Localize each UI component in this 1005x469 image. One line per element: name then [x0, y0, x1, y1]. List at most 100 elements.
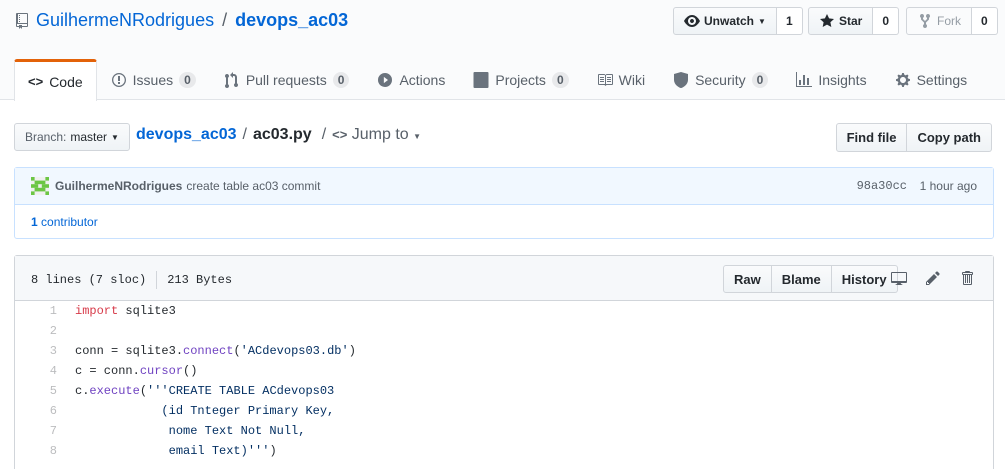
code-token: '''CREATE TABLE ACdevops03	[147, 384, 335, 398]
code-token: nome Text Not Null,	[75, 424, 306, 438]
line-number[interactable]: 7	[15, 424, 59, 438]
code-line: 3 conn = sqlite3.connect('ACdevops03.db'…	[15, 341, 993, 361]
watch-count[interactable]: 1	[776, 7, 803, 35]
file-viewer: 8 lines (7 sloc) 213 Bytes Raw Blame His…	[14, 255, 994, 469]
tab-issues-label: Issues	[132, 72, 174, 88]
code-token: 'ACdevops03.db'	[240, 344, 349, 358]
breadcrumb-repo-link[interactable]: devops_ac03	[136, 126, 237, 144]
code-token: execute	[89, 384, 140, 398]
line-number[interactable]: 6	[15, 404, 59, 418]
line-content: (id Tnteger Primary Key,	[59, 404, 334, 418]
tab-projects[interactable]: Projects 0	[459, 59, 582, 100]
tab-settings[interactable]: Settings	[881, 59, 982, 100]
tab-security-label: Security	[695, 72, 746, 88]
desktop-icon[interactable]	[891, 270, 907, 286]
repo-title: GuilhermeNRodrigues / devops_ac03	[14, 10, 348, 31]
tab-code[interactable]: <> Code	[14, 59, 97, 101]
line-number[interactable]: 3	[15, 344, 59, 358]
fork-count[interactable]: 0	[972, 7, 998, 35]
repo-icon	[14, 12, 30, 29]
branch-select-button[interactable]: Branch: master ▼	[14, 123, 130, 151]
line-content: email Text)''')	[59, 444, 277, 458]
code-token: email Text)'''	[75, 444, 270, 458]
star-button[interactable]: Star	[808, 7, 874, 35]
code-token: cursor	[139, 364, 184, 378]
file-info-divider	[156, 271, 158, 289]
repo-separator: /	[222, 10, 228, 30]
file-nav-actions: Find file Copy path	[835, 123, 992, 152]
tab-wiki[interactable]: Wiki	[583, 59, 659, 100]
tab-pull-requests-count: 0	[332, 72, 350, 88]
commit-author-link[interactable]: GuilhermeNRodrigues	[55, 179, 182, 193]
code-token: )	[269, 444, 277, 458]
raw-button[interactable]: Raw	[723, 265, 772, 293]
code-icon: <>	[332, 127, 348, 142]
tab-projects-count: 0	[551, 72, 569, 88]
code-line: 6 (id Tnteger Primary Key,	[15, 401, 993, 421]
code-token: (id Tnteger Primary Key,	[75, 404, 335, 418]
tab-projects-label: Projects	[495, 72, 546, 88]
file-header: 8 lines (7 sloc) 213 Bytes Raw Blame His…	[15, 256, 993, 301]
line-number[interactable]: 5	[15, 384, 59, 398]
breadcrumb-separator-2: /	[321, 126, 327, 143]
file-actions: Raw Blame History	[723, 265, 898, 293]
tab-pull-requests[interactable]: Pull requests 0	[210, 59, 364, 100]
tab-issues[interactable]: Issues 0	[97, 59, 210, 100]
pencil-icon[interactable]	[925, 270, 941, 286]
breadcrumb-file: ac03.py	[252, 126, 312, 143]
line-content: c = conn.cursor()	[59, 364, 197, 378]
jump-to-label: Jump to	[351, 126, 409, 143]
line-content: c.execute('''CREATE TABLE ACdevops03	[59, 384, 334, 398]
code-token: c.	[75, 384, 90, 398]
commit-message-link[interactable]: create table ac03 commit	[186, 179, 320, 193]
line-number[interactable]: 4	[15, 364, 59, 378]
fork-button[interactable]: Fork	[906, 7, 972, 35]
star-icon	[819, 13, 835, 29]
repo-name-link[interactable]: devops_ac03	[235, 10, 348, 31]
repo-nav-tabs: <> Code Issues 0 Pull requests 0 Actions…	[14, 59, 982, 101]
commit-sha-link[interactable]: 98a30cc	[857, 179, 907, 193]
line-content: nome Text Not Null,	[59, 424, 306, 438]
tab-settings-label: Settings	[916, 72, 968, 88]
code-token: connect	[183, 344, 234, 358]
code-line: 7 nome Text Not Null,	[15, 421, 993, 441]
tab-insights[interactable]: Insights	[782, 59, 880, 100]
caret-down-icon: ▼	[413, 132, 422, 141]
code-token: conn = sqlite3.	[75, 344, 184, 358]
line-number[interactable]: 8	[15, 444, 59, 458]
fork-group: Fork 0	[906, 7, 998, 35]
watch-group: Unwatch ▼ 1	[673, 7, 803, 35]
copy-path-button[interactable]: Copy path	[907, 123, 992, 152]
trash-icon[interactable]	[959, 270, 975, 286]
line-number[interactable]: 2	[15, 324, 59, 338]
breadcrumb-separator: /	[242, 126, 247, 143]
find-file-button[interactable]: Find file	[835, 123, 908, 152]
latest-commit: GuilhermeNRodrigues create table ac03 co…	[14, 167, 994, 239]
tab-actions[interactable]: Actions	[363, 59, 459, 100]
code-line: 5 c.execute('''CREATE TABLE ACdevops03	[15, 381, 993, 401]
code-token: sqlite3	[118, 304, 176, 318]
contributors-link[interactable]: 1 contributor	[31, 215, 98, 229]
issue-icon	[111, 72, 127, 88]
code-block: 1 import sqlite3 2 3 conn = sqlite3.conn…	[15, 301, 993, 461]
tab-issues-count: 0	[179, 72, 196, 88]
unwatch-label: Unwatch	[704, 14, 755, 28]
file-icon-actions	[891, 270, 975, 286]
unwatch-button[interactable]: Unwatch ▼	[673, 7, 777, 35]
line-number[interactable]: 1	[15, 304, 59, 318]
line-content: import sqlite3	[59, 304, 176, 318]
avatar[interactable]	[31, 177, 49, 195]
code-line: 8 email Text)''')	[15, 441, 993, 461]
code-icon: <>	[28, 74, 44, 89]
line-content: conn = sqlite3.connect('ACdevops03.db')	[59, 344, 356, 358]
star-count[interactable]: 0	[873, 7, 900, 35]
branch-name: master	[70, 130, 108, 144]
project-icon	[473, 72, 489, 88]
history-button[interactable]: History	[831, 265, 898, 293]
tab-security[interactable]: Security 0	[659, 59, 782, 100]
repo-owner-link[interactable]: GuilhermeNRodrigues	[36, 10, 214, 31]
jump-to-button[interactable]: <> Jump to ▼	[332, 126, 421, 144]
file-size: 213 Bytes	[167, 273, 233, 287]
code-token: import	[75, 304, 119, 318]
blame-button[interactable]: Blame	[771, 265, 832, 293]
